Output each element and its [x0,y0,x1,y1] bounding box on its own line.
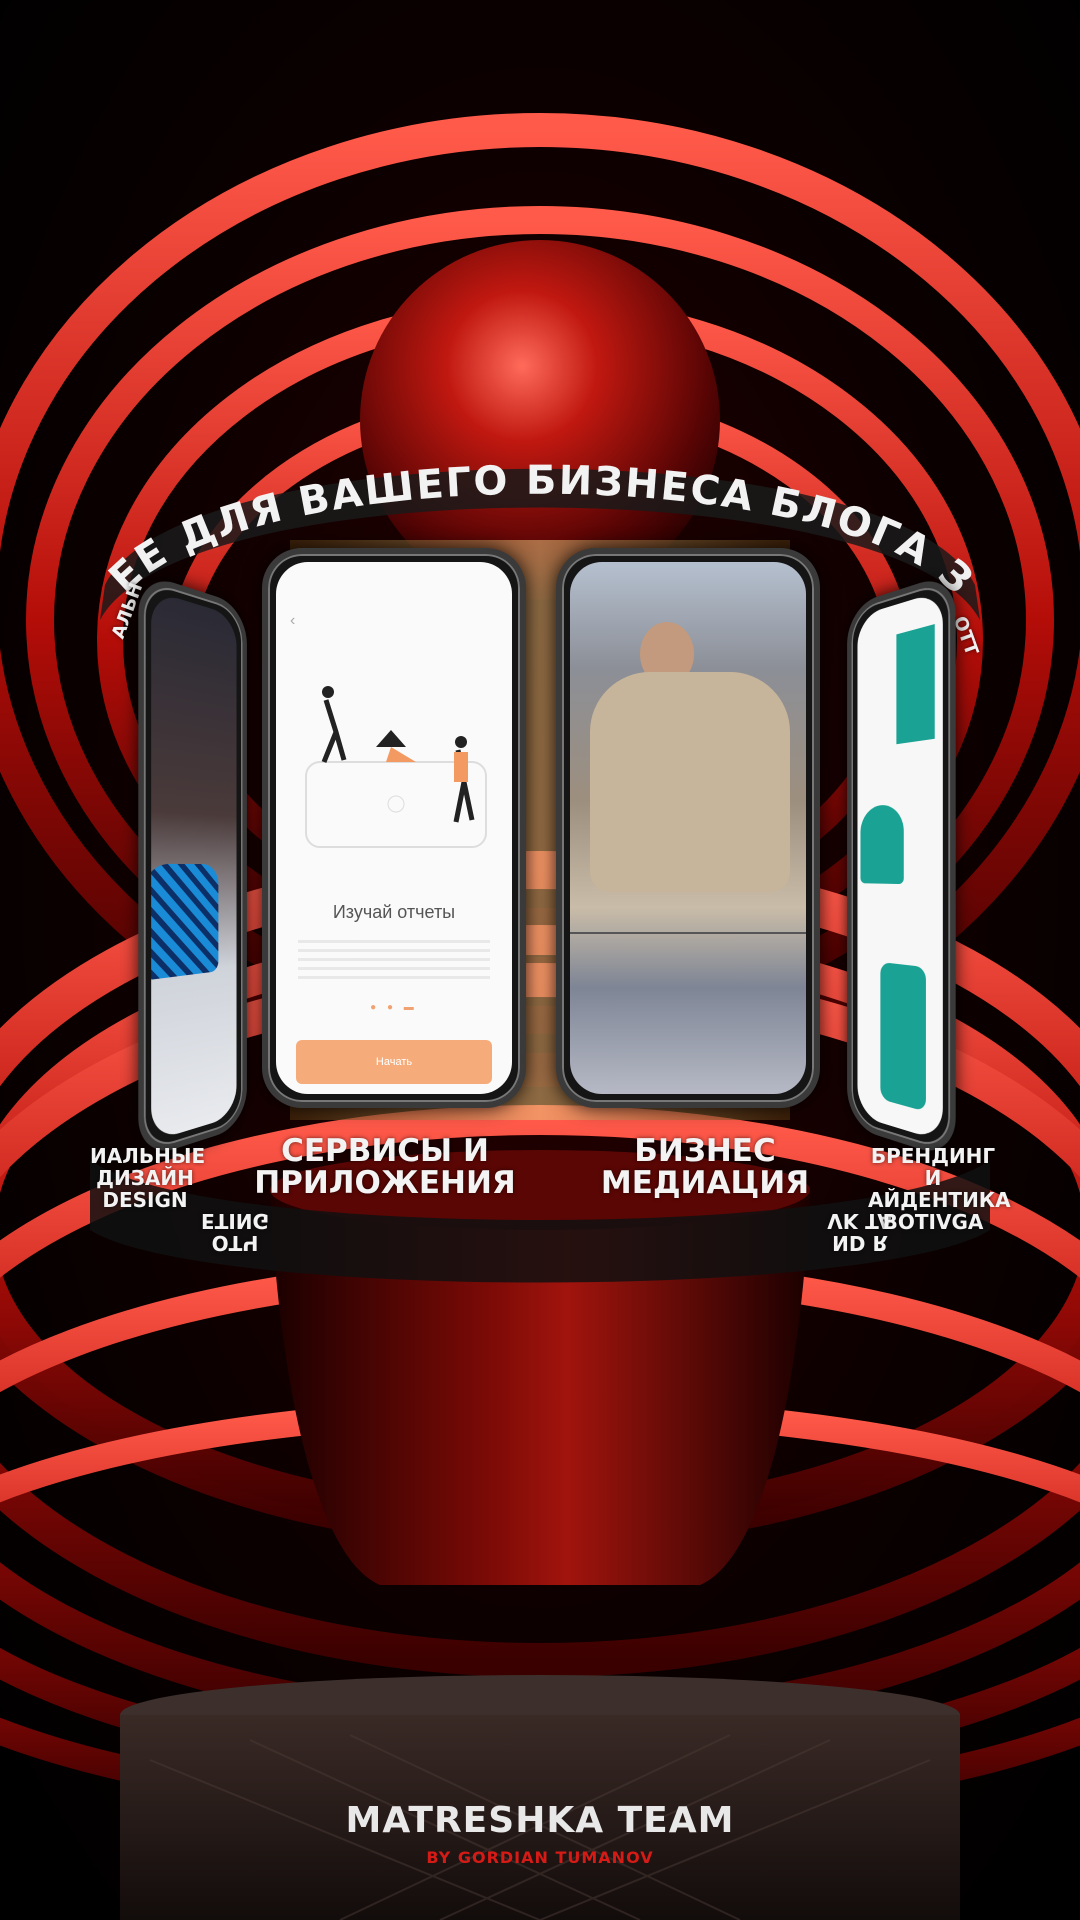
chevron-left-icon[interactable]: ‹ [290,612,295,630]
phone-photo[interactable] [556,548,820,1108]
onboarding-screen: ‹ Изучай отчеты ● ● ▬ Начать [276,562,512,1094]
media-label: БИЗНЕС МЕДИАЦИЯ [600,1133,810,1201]
ring-bottom-right-outer: БРЕНДИНГ И АЙДЕНТИКА BOTIVGA [868,1144,1011,1234]
brand-subtitle: BY GORDIAN TUMANOV [426,1848,654,1867]
man-photo [570,562,806,1094]
phone-merch[interactable] [847,571,956,1161]
scene: ЕЕ ДЛЯ ВАШЕГО БИЗНЕСА БЛОГА ЗАПУСКА АЛЬН… [0,0,1080,1920]
car-photo [151,590,237,1142]
pagination-dots: ● ● ▬ [370,1002,418,1013]
brand-title: MATRESHKA TEAM [345,1800,735,1841]
onboarding-title: Изучай отчеты [332,902,456,922]
services-label: СЕРВИСЫ И ПРИЛОЖЕНИЯ [254,1133,516,1201]
ring-bottom-left-inner: ОТЧ ETING [201,1209,269,1255]
onboarding-illustration [305,686,487,848]
ring-bottom-left-outer: ИАЛЬНЫЕ ДИЗАЙН DESIGN [90,1144,206,1212]
merch-screen [857,590,943,1142]
phone-onboarding[interactable]: ‹ Изучай отчеты ● ● ▬ Начать [262,548,526,1108]
phone-car[interactable] [138,571,247,1161]
onboarding-description [298,940,490,980]
start-button[interactable]: Начать [296,1040,492,1084]
